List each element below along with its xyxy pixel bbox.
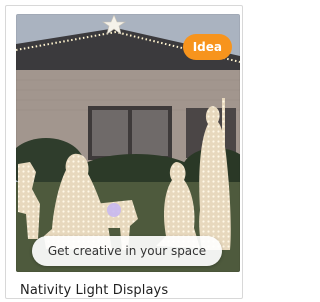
card-title[interactable]: Nativity Light Displays: [20, 283, 168, 298]
get-creative-button[interactable]: Get creative in your space: [32, 236, 222, 266]
idea-card[interactable]: Idea Get creative in your space Nativity…: [5, 5, 243, 299]
idea-badge: Idea: [182, 34, 232, 60]
nativity-photo[interactable]: Idea Get creative in your space: [16, 14, 240, 272]
